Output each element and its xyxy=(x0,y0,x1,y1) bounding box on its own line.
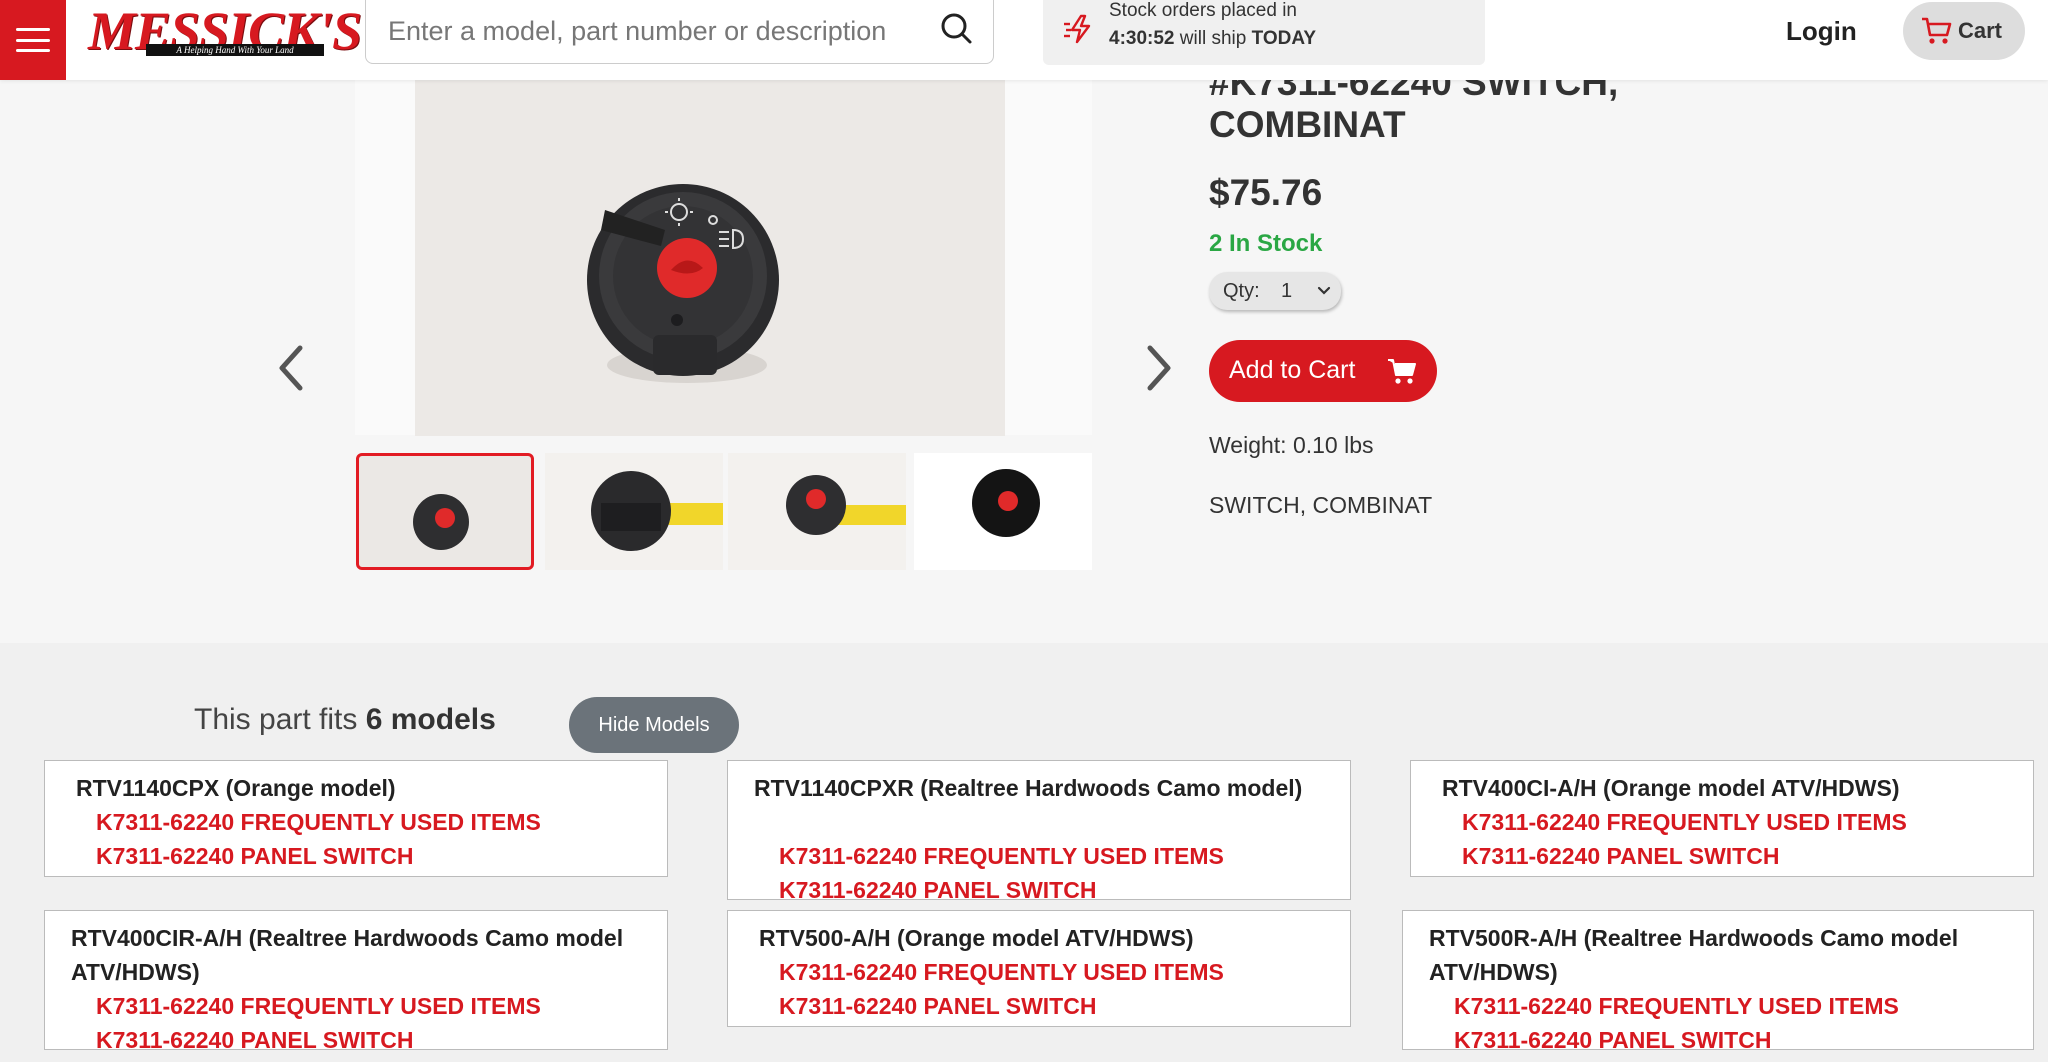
qty-label: Qty: xyxy=(1223,280,1260,302)
model-card: RTV500-A/H (Orange model ATV/HDWS) K7311… xyxy=(727,910,1351,1027)
thumbnail-3[interactable] xyxy=(728,453,906,570)
model-link-frequent[interactable]: K7311-62240 FREQUENTLY USED ITEMS xyxy=(779,839,1224,873)
model-card: RTV400CIR-A/H (Realtree Hardwoods Camo m… xyxy=(44,910,668,1053)
fits-heading: This part fits 6 models xyxy=(194,703,496,737)
search-input[interactable] xyxy=(388,11,908,51)
model-title[interactable]: RTV400CI-A/H (Orange model ATV/HDWS) xyxy=(1442,771,1899,805)
model-link-panel[interactable]: K7311-62240 PANEL SWITCH xyxy=(1454,1023,1771,1057)
model-title[interactable]: RTV1140CPXR (Realtree Hardwoods Camo mod… xyxy=(754,771,1314,805)
cart-button[interactable]: Cart xyxy=(1903,2,2025,60)
fits-count: 6 models xyxy=(365,703,496,736)
site-logo[interactable]: MESSICK'S A Helping Hand With Your Land xyxy=(88,2,362,62)
model-link-frequent[interactable]: K7311-62240 FREQUENTLY USED ITEMS xyxy=(1462,805,1907,839)
menu-icon xyxy=(16,28,50,52)
model-card: RTV1140CPXR (Realtree Hardwoods Camo mod… xyxy=(727,760,1351,903)
cart-icon xyxy=(1388,359,1416,384)
ship-line-2: 4:30:52 will ship TODAY xyxy=(1109,28,1316,50)
chevron-right-icon[interactable] xyxy=(1138,338,1178,398)
thumbnail-4[interactable] xyxy=(914,453,1092,570)
menu-button[interactable] xyxy=(0,0,66,80)
model-link-frequent[interactable]: K7311-62240 FREQUENTLY USED ITEMS xyxy=(779,955,1224,989)
quantity-select[interactable]: Qty: 1 xyxy=(1209,272,1341,310)
chevron-left-icon[interactable] xyxy=(272,338,312,398)
hide-models-button[interactable]: Hide Models xyxy=(569,697,739,753)
model-link-panel[interactable]: K7311-62240 PANEL SWITCH xyxy=(779,873,1096,907)
login-link[interactable]: Login xyxy=(1786,16,1857,47)
stock-status: 2 In Stock xyxy=(1209,230,1323,257)
cart-icon xyxy=(1922,17,1952,44)
site-header: MESSICK'S A Helping Hand With Your Land … xyxy=(0,0,2048,80)
chevron-down-icon xyxy=(1317,286,1331,295)
model-link-frequent[interactable]: K7311-62240 FREQUENTLY USED ITEMS xyxy=(96,989,541,1023)
product-description: SWITCH, COMBINAT xyxy=(1209,492,1433,518)
model-link-panel[interactable]: K7311-62240 PANEL SWITCH xyxy=(96,1023,413,1057)
model-link-panel[interactable]: K7311-62240 PANEL SWITCH xyxy=(1462,839,1779,873)
ship-mid-text: will ship xyxy=(1174,28,1252,49)
model-title[interactable]: RTV1140CPX (Orange model) xyxy=(76,771,396,805)
model-title[interactable]: RTV500R-A/H (Realtree Hardwoods Camo mod… xyxy=(1429,921,2009,989)
model-title[interactable]: RTV400CIR-A/H (Realtree Hardwoods Camo m… xyxy=(71,921,661,989)
add-to-cart-button[interactable]: Add to Cart xyxy=(1209,340,1437,402)
ship-today: TODAY xyxy=(1251,28,1316,49)
product-weight: Weight: 0.10 lbs xyxy=(1209,432,1374,458)
shipping-countdown: Stock orders placed in 4:30:52 will ship… xyxy=(1043,0,1485,65)
cart-label: Cart xyxy=(1958,18,2003,43)
fast-shipping-icon xyxy=(1064,14,1091,44)
fits-prefix: This part fits xyxy=(194,703,366,736)
add-to-cart-label: Add to Cart xyxy=(1229,356,1356,384)
logo-tagline: A Helping Hand With Your Land xyxy=(146,44,324,56)
product-section: #K7311-62240 SWITCH, COMBINAT $75.76 2 I… xyxy=(0,62,2048,643)
model-link-frequent[interactable]: K7311-62240 FREQUENTLY USED ITEMS xyxy=(96,805,541,839)
model-link-panel[interactable]: K7311-62240 PANEL SWITCH xyxy=(779,989,1096,1023)
model-card: RTV400CI-A/H (Orange model ATV/HDWS) K73… xyxy=(1410,760,2034,877)
model-card: RTV500R-A/H (Realtree Hardwoods Camo mod… xyxy=(1402,910,2034,1053)
ship-countdown-time: 4:30:52 xyxy=(1109,28,1175,49)
search-bar xyxy=(365,0,994,64)
thumbnail-1[interactable] xyxy=(356,453,534,570)
model-title[interactable]: RTV500-A/H (Orange model ATV/HDWS) xyxy=(759,921,1193,955)
main-product-image[interactable] xyxy=(415,80,1005,436)
model-link-frequent[interactable]: K7311-62240 FREQUENTLY USED ITEMS xyxy=(1454,989,1899,1023)
ship-line-1: Stock orders placed in xyxy=(1109,0,1297,21)
model-card: RTV1140CPX (Orange model) K7311-62240 FR… xyxy=(44,760,668,877)
thumbnail-2[interactable] xyxy=(545,453,723,570)
qty-value: 1 xyxy=(1281,280,1293,302)
model-link-panel[interactable]: K7311-62240 PANEL SWITCH xyxy=(96,839,413,873)
search-icon[interactable] xyxy=(937,9,977,49)
product-price: $75.76 xyxy=(1209,172,1323,213)
fits-models-section: This part fits 6 models Hide Models RTV1… xyxy=(0,643,2048,1062)
